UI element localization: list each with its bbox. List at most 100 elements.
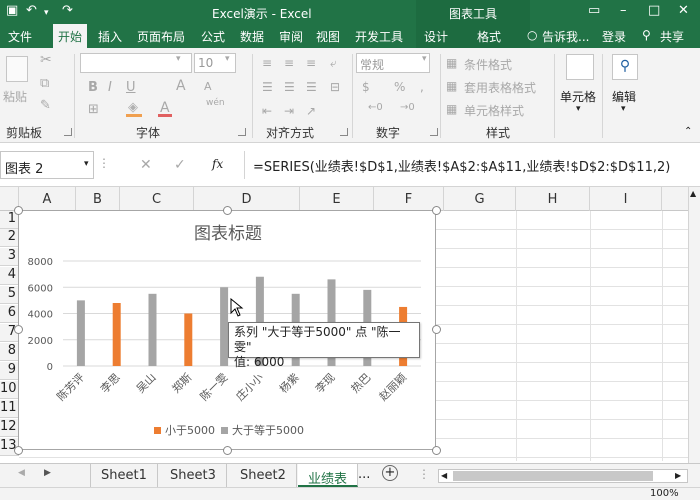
ribbon-options-icon[interactable]: ▭ bbox=[588, 3, 600, 18]
cell-styles-icon[interactable]: ▦ bbox=[446, 102, 457, 116]
align-left-icon[interactable]: ☰ bbox=[262, 80, 273, 94]
phonetic-icon[interactable]: wén bbox=[206, 98, 225, 108]
column-header[interactable]: D bbox=[194, 187, 300, 211]
table-format-icon[interactable]: ▦ bbox=[446, 79, 457, 93]
share-button[interactable]: 共享 bbox=[660, 28, 684, 45]
tab-insert[interactable]: 插入 bbox=[98, 28, 122, 45]
scroll-up-icon[interactable]: ▲ bbox=[690, 189, 696, 198]
row-header[interactable]: 8 bbox=[0, 343, 19, 361]
undo-icon[interactable]: ↶ bbox=[26, 3, 37, 18]
row-header[interactable]: 10 bbox=[0, 381, 19, 399]
close-icon[interactable]: ✕ bbox=[678, 3, 689, 18]
tab-splitter-icon[interactable]: ⋮ bbox=[418, 467, 430, 481]
align-center-icon[interactable]: ☰ bbox=[284, 80, 295, 94]
font-launcher-icon[interactable] bbox=[238, 128, 246, 136]
resize-handle[interactable] bbox=[432, 325, 441, 334]
paste-icon[interactable] bbox=[6, 56, 28, 82]
underline-icon[interactable]: U bbox=[126, 80, 136, 95]
row-header[interactable]: 4 bbox=[0, 267, 19, 285]
row-header[interactable]: 5 bbox=[0, 286, 19, 304]
tab-formulas[interactable]: 公式 bbox=[201, 28, 225, 45]
currency-icon[interactable]: $ bbox=[362, 80, 370, 94]
font-dropdown-icon[interactable]: ▾ bbox=[176, 54, 181, 64]
italic-icon[interactable]: I bbox=[108, 80, 112, 95]
increase-decimal-icon[interactable]: ←0 bbox=[368, 102, 383, 113]
fill-color-icon[interactable]: ◈ bbox=[128, 100, 138, 115]
alignment-launcher-icon[interactable] bbox=[340, 128, 348, 136]
border-icon[interactable]: ⊞ bbox=[88, 102, 99, 117]
column-header[interactable]: I bbox=[590, 187, 662, 211]
bold-icon[interactable]: B bbox=[88, 80, 98, 95]
conditional-format-icon[interactable]: ▦ bbox=[446, 56, 457, 70]
add-sheet-icon[interactable]: + bbox=[382, 465, 398, 481]
align-right-icon[interactable]: ☰ bbox=[306, 80, 317, 94]
cells-icon[interactable] bbox=[566, 54, 594, 80]
row-header[interactable]: 3 bbox=[0, 248, 19, 266]
next-sheet-icon[interactable]: ▶ bbox=[44, 468, 51, 478]
wrap-text-icon[interactable]: ⤶ bbox=[330, 56, 337, 71]
increase-indent-icon[interactable]: ⇥ bbox=[284, 104, 294, 118]
find-icon[interactable]: ⚲ bbox=[612, 54, 638, 80]
column-header[interactable]: H bbox=[516, 187, 590, 211]
row-header[interactable]: 9 bbox=[0, 362, 19, 380]
tab-view[interactable]: 视图 bbox=[316, 28, 340, 45]
decrease-decimal-icon[interactable]: →0 bbox=[400, 102, 415, 113]
row-header[interactable]: 11 bbox=[0, 400, 19, 418]
lightbulb-icon[interactable]: ○ bbox=[527, 28, 537, 42]
zoom-level[interactable]: 100% bbox=[650, 488, 679, 499]
tab-file[interactable]: 文件 bbox=[8, 28, 32, 45]
sheet-tab-yejibiao[interactable]: 业绩表 bbox=[298, 464, 359, 487]
number-format-select[interactable]: 常规 bbox=[356, 53, 430, 73]
cell-styles-button[interactable]: 单元格样式 bbox=[464, 102, 524, 119]
name-box[interactable]: 图表 2 bbox=[0, 151, 94, 179]
percent-icon[interactable]: % bbox=[394, 80, 405, 94]
number-format-dropdown-icon[interactable]: ▾ bbox=[422, 54, 427, 64]
resize-handle[interactable] bbox=[14, 446, 23, 455]
sheet-tab-sheet3[interactable]: Sheet3 bbox=[160, 464, 227, 487]
undo-dropdown-icon[interactable]: ▾ bbox=[44, 8, 49, 18]
formula-input[interactable]: =SERIES(业绩表!$D$1,业绩表!$A$2:$A$11,业绩表!$D$2… bbox=[244, 151, 700, 179]
resize-handle[interactable] bbox=[223, 206, 232, 215]
column-header[interactable]: C bbox=[120, 187, 194, 211]
comma-icon[interactable]: , bbox=[420, 80, 424, 94]
maximize-icon[interactable]: □ bbox=[648, 3, 660, 18]
align-middle-icon[interactable]: ≡ bbox=[284, 56, 294, 70]
collapse-ribbon-icon[interactable]: ⌃ bbox=[684, 126, 692, 137]
font-size-dropdown-icon[interactable]: ▾ bbox=[225, 54, 230, 64]
tab-developer[interactable]: 开发工具 bbox=[355, 28, 403, 45]
column-header[interactable]: G bbox=[444, 187, 516, 211]
cut-icon[interactable]: ✂ bbox=[40, 52, 52, 68]
sheet-tab-sheet1[interactable]: Sheet1 bbox=[90, 464, 158, 487]
person-icon[interactable]: ⚲ bbox=[642, 28, 651, 42]
resize-handle[interactable] bbox=[14, 325, 23, 334]
font-shrink-icon[interactable]: A bbox=[204, 80, 212, 93]
redo-icon[interactable]: ↷ bbox=[62, 3, 73, 18]
enter-icon[interactable]: ✓ bbox=[174, 157, 186, 173]
copy-icon[interactable]: ⧉ bbox=[40, 76, 49, 91]
editing-dropdown-icon[interactable]: ▾ bbox=[621, 104, 626, 114]
login-link[interactable]: 登录 bbox=[602, 28, 626, 45]
tab-home[interactable]: 开始 bbox=[53, 24, 88, 48]
more-sheets-button[interactable]: ... bbox=[358, 467, 370, 482]
resize-handle[interactable] bbox=[14, 206, 23, 215]
editing-button[interactable]: 编辑 bbox=[612, 88, 636, 105]
number-launcher-icon[interactable] bbox=[430, 128, 438, 136]
tab-page-layout[interactable]: 页面布局 bbox=[137, 28, 185, 45]
format-painter-icon[interactable]: ✎ bbox=[40, 98, 51, 113]
resize-handle[interactable] bbox=[432, 206, 441, 215]
tab-format[interactable]: 格式 bbox=[477, 28, 501, 45]
cells-button[interactable]: 单元格 bbox=[560, 88, 596, 105]
column-header[interactable]: A bbox=[19, 187, 76, 211]
table-format-button[interactable]: 套用表格格式 bbox=[464, 79, 536, 96]
tab-review[interactable]: 审阅 bbox=[279, 28, 303, 45]
minimize-icon[interactable]: – bbox=[620, 3, 627, 18]
row-header[interactable]: 6 bbox=[0, 305, 19, 323]
resize-handle[interactable] bbox=[223, 446, 232, 455]
decrease-indent-icon[interactable]: ⇤ bbox=[262, 104, 272, 118]
column-header[interactable]: E bbox=[300, 187, 374, 211]
tell-me-box[interactable]: 告诉我... bbox=[542, 28, 589, 45]
orientation-icon[interactable]: ↗ bbox=[306, 104, 316, 118]
name-box-dropdown-icon[interactable]: ▾ bbox=[84, 159, 89, 169]
prev-sheet-icon[interactable]: ◀ bbox=[18, 468, 25, 478]
vertical-scrollbar[interactable]: ▲ bbox=[688, 187, 700, 463]
